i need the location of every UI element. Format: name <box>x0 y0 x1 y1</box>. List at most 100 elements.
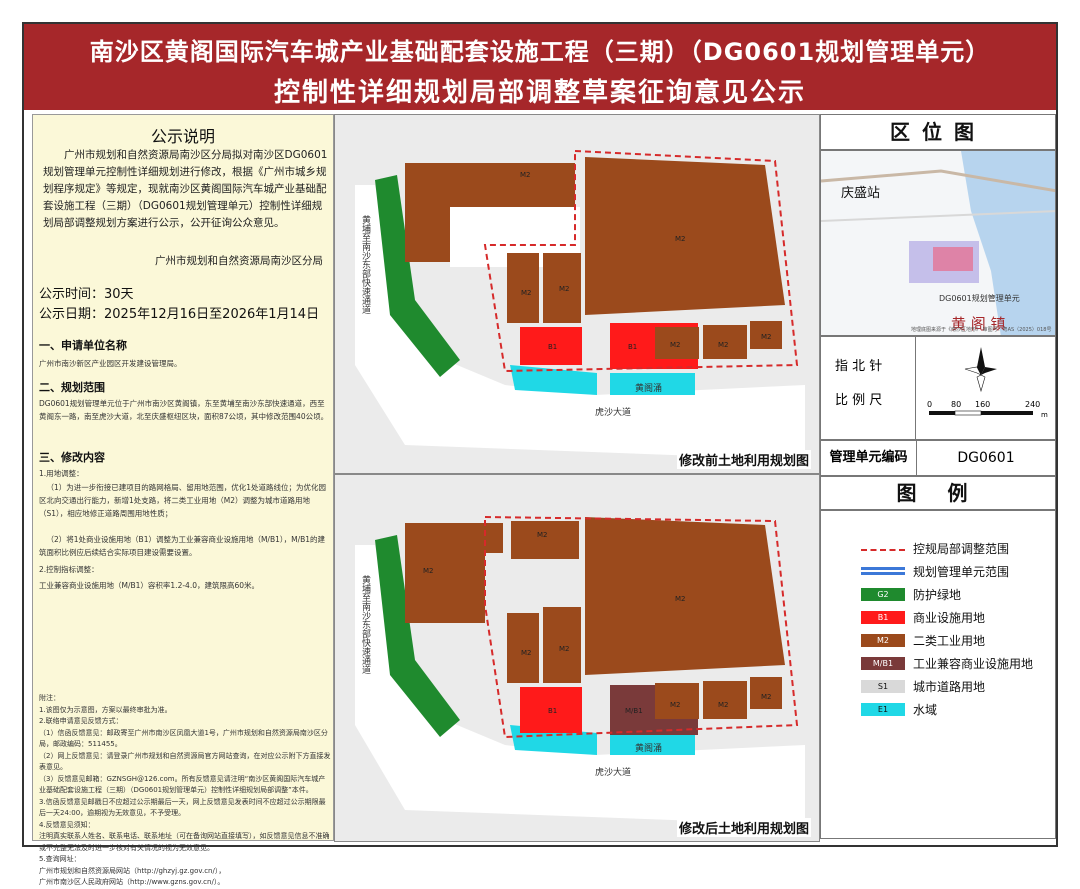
legend-label: 城市道路用地 <box>913 679 986 694</box>
label-m2-l: M2 <box>718 701 729 709</box>
location-map-svg: 庆盛站 DG0601规划管理单元 黄 阁 镇 <box>821 151 1055 335</box>
map-before-svg: M2 M2 M2 M2 B1 B1 M2 M2 M2 黄埔至南沙东部快速通道 黄… <box>335 115 819 473</box>
label-m2-e: M2 <box>761 333 772 341</box>
scale-tick-3: 240 <box>1025 400 1040 409</box>
label-m2-i: M2 <box>521 649 532 657</box>
section-3-p1: （1）为进一步衔接已建项目的路网格局、留用地范围，优化1处道路线位；为优化园区北… <box>39 483 327 518</box>
scale-tick-1: 80 <box>951 400 961 409</box>
section-1-title: 一、申请单位名称 <box>39 339 127 352</box>
legend-swatch: G2 <box>861 587 905 601</box>
legend-label: 水域 <box>913 702 938 717</box>
section-3-p3: 工业兼容商业设施用地（M/B1）容积率1.2-4.0，建筑限高60米。 <box>39 581 260 590</box>
label-water2: 黄阁涌 <box>635 742 662 754</box>
note-line: 3.信函反馈意见邮戳日不应超过公示期最后一天，网上反馈意见发表时间不应超过公示期… <box>39 797 326 818</box>
label-m2-large: M2 <box>675 235 686 243</box>
map-after: M2 M2 M2 M2 M2 B1 M/B1 M2 M2 M2 黄埔至南沙东部快… <box>334 474 820 842</box>
north-label: 指 北 针 <box>835 359 883 374</box>
scale-unit: m <box>1041 411 1048 419</box>
notice-panel: 公示说明 广州市规划和自然资源局南沙区分局拟对南沙区DG0601规划管理单元控制… <box>32 114 334 886</box>
map-credit: 地理底图来源于《南沙区地形》 审图号：粤AS（2025）018号 <box>911 327 1052 333</box>
label-m2-b: M2 <box>559 285 570 293</box>
notice-signature: 广州市规划和自然资源局南沙区分局 <box>155 255 323 267</box>
legend-label: 工业兼容商业设施用地 <box>913 656 1034 671</box>
legend-item: 规划管理单元范围 <box>861 564 1010 579</box>
unit-code-label: 管理单元编码 <box>821 441 917 475</box>
unit-code-value: DG0601 <box>957 450 1015 466</box>
note-line: 4.反馈意见须知： <box>39 820 95 829</box>
legend-item: E1 水域 <box>861 702 938 717</box>
label-m2-c: M2 <box>670 341 681 349</box>
label-m2: M2 <box>520 171 531 179</box>
legend-swatch: B1 <box>861 610 905 624</box>
label-road-west2: 黄埔至南沙东部快速通道 <box>360 574 371 675</box>
compass-box: 指 北 针 比 例 尺 0 80 160 240 m <box>820 336 1056 441</box>
note-line: 广州市南沙区人民政府网站（http://www.gzns.gov.cn/）。 <box>39 878 225 886</box>
label-m2-a: M2 <box>521 289 532 297</box>
legend-swatch: E1 <box>861 702 905 716</box>
notice-period: 公示时间：30天 <box>39 287 134 302</box>
note-line: 注明真实联系人姓名、联系电话、联系地址（可在备询网站直接填写），如反馈意见信息不… <box>39 832 330 852</box>
note-line: 5.查询网址： <box>39 855 81 863</box>
label-b1-w: B1 <box>548 343 557 351</box>
north-arrow-icon <box>964 347 997 393</box>
label-mb1: M/B1 <box>625 707 643 715</box>
note-line: 2.联络申请意见反馈方式： <box>39 717 123 725</box>
label-m2-j: M2 <box>559 645 570 653</box>
notice-time: 公示时间：30天 公示日期：2025年12月16日至2026年1月14日 <box>39 285 319 325</box>
notice-body: 广州市规划和自然资源局南沙区分局拟对南沙区DG0601规划管理单元控制性详细规划… <box>43 149 328 229</box>
note-line: （2）网上反馈意见：请登录广州市规划和自然资源局官方网站查询，在对应公示附下方直… <box>39 751 331 772</box>
title-line-1: 南沙区黄阁国际汽车城产业基础配套设施工程（三期）（DG0601规划管理单元） <box>89 38 991 66</box>
title-banner: 南沙区黄阁国际汽车城产业基础配套设施工程（三期）（DG0601规划管理单元） 控… <box>24 24 1056 110</box>
section-2-title: 二、规划范围 <box>39 381 105 394</box>
legend-swatch <box>861 567 905 575</box>
note-line: （3）反馈意见邮箱：GZNSGH@126.com。所有反馈意见请注明“南沙区黄阁… <box>39 774 326 795</box>
legend-item: M2 二类工业用地 <box>861 633 986 648</box>
location-heading: 区位图 <box>820 114 1056 150</box>
label-m2-m: M2 <box>761 693 772 701</box>
poster-frame: 南沙区黄阁国际汽车城产业基础配套设施工程（三期）（DG0601规划管理单元） 控… <box>22 22 1058 886</box>
notes-block: 附注： 1.该图仅为示意图，方案以最终审批为准。 2.联络申请意见反馈方式： （1）信… <box>39 693 331 889</box>
station-label: 庆盛站 <box>841 186 880 201</box>
scale-label: 比 例 尺 <box>835 393 883 408</box>
note-line: 1.该图仅为示意图，方案以最终审批为准。 <box>39 705 172 714</box>
legend-label: 二类工业用地 <box>913 633 986 648</box>
label-b1-m: B1 <box>628 343 637 351</box>
legend-item: G2 防护绿地 <box>861 587 962 602</box>
legend-swatch: S1 <box>861 679 905 693</box>
legend-box: 控规局部调整范围规划管理单元范围 G2 防护绿地 B1 商业设施用地 M2 二类工业用地 M/… <box>820 510 1056 839</box>
legend-label: 防护绿地 <box>913 587 962 602</box>
unit-label: DG0601规划管理单元 <box>939 293 1020 303</box>
label-road-west: 黄埔至南沙东部快速通道 <box>360 214 371 315</box>
compass-divider <box>915 337 916 441</box>
legend-label: 规划管理单元范围 <box>913 564 1010 579</box>
note-line: 附注： <box>39 694 60 702</box>
scale-bar-icon: 0 80 160 240 m <box>927 400 1048 419</box>
label-road-south2: 虎沙大道 <box>595 766 631 778</box>
map-before: M2 M2 M2 M2 B1 B1 M2 M2 M2 黄埔至南沙东部快速通道 黄… <box>334 114 820 474</box>
label-b1-after: B1 <box>548 707 557 715</box>
label-m2-g: M2 <box>537 531 548 539</box>
section-3-sub1: 1.用地调整： <box>39 469 84 478</box>
legend-swatch: M/B1 <box>861 656 905 670</box>
map-before-caption: 修改前土地利用规划图 <box>676 450 811 469</box>
label-m2-h: M2 <box>675 595 686 603</box>
legend-item: M/B1 工业兼容商业设施用地 <box>861 656 1034 671</box>
legend-label: 商业设施用地 <box>913 610 986 625</box>
map-after-svg: M2 M2 M2 M2 M2 B1 M/B1 M2 M2 M2 黄埔至南沙东部快… <box>335 475 819 841</box>
label-m2-k: M2 <box>670 701 681 709</box>
parcel-m2-nw2 <box>405 523 485 623</box>
legend-swatch: M2 <box>861 633 905 647</box>
unit-code-box: 管理单元编码 DG0601 <box>820 440 1056 476</box>
legend-heading: 图 例 <box>820 476 1056 510</box>
section-3-p2: （2）将1处商业设施用地（B1）调整为工业兼容商业设施用地（M/B1），M/B1… <box>39 535 326 557</box>
notice-dates: 公示日期：2025年12月16日至2026年1月14日 <box>39 307 320 322</box>
legend-item: 控规局部调整范围 <box>861 541 1009 556</box>
label-m2-d: M2 <box>718 341 729 349</box>
section-3-sub2: 2.控制指标调整： <box>39 565 99 574</box>
legend-item: B1 商业设施用地 <box>861 610 986 625</box>
note-line: （1）信函反馈意见：邮政寄至广州市南沙区凤凰大道1号，广州市规划和自然资源局南沙… <box>39 728 328 749</box>
title-line-2: 控制性详细规划局部调整草案征询意见公示 <box>273 78 806 108</box>
scale-tick-2: 160 <box>975 400 990 409</box>
label-water: 黄阁涌 <box>635 382 662 394</box>
legend-item: S1 城市道路用地 <box>861 679 986 694</box>
